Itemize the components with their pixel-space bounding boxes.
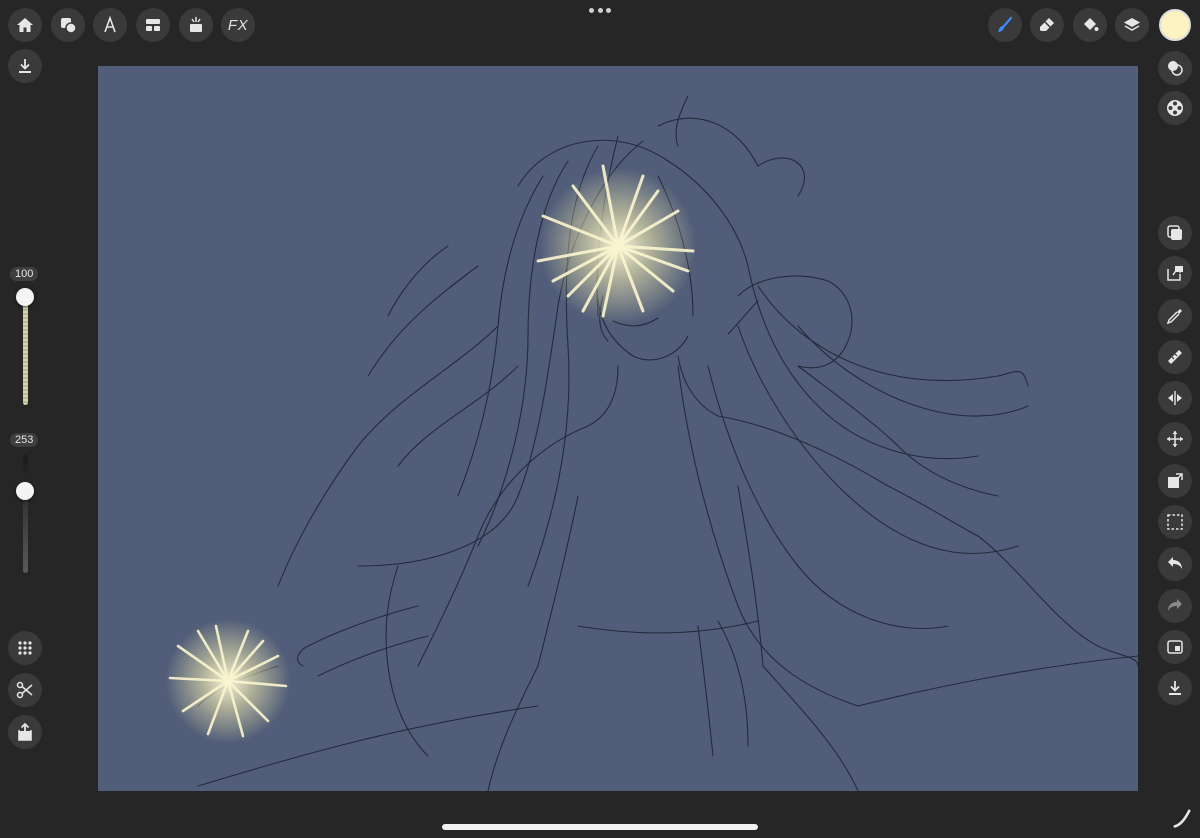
modify-button[interactable] xyxy=(8,631,42,665)
paint-bucket-icon xyxy=(1084,18,1099,31)
mask-button[interactable] xyxy=(1158,256,1192,290)
undo-icon xyxy=(1168,557,1182,569)
brush-size-fill xyxy=(23,289,28,405)
actions-button[interactable] xyxy=(51,8,85,42)
selection-icon xyxy=(1167,514,1183,530)
layers-icon xyxy=(1124,18,1140,31)
palette-icon xyxy=(1167,100,1183,116)
grid-dots-icon xyxy=(18,641,32,655)
fill-button[interactable] xyxy=(1073,8,1107,42)
download-icon xyxy=(19,59,31,73)
blend-icon xyxy=(1168,61,1183,76)
undo-button[interactable] xyxy=(1158,547,1192,581)
opacity-thumb[interactable] xyxy=(16,482,34,500)
gallery-button[interactable] xyxy=(8,8,42,42)
effects-button[interactable]: FX xyxy=(221,8,255,42)
scissors-icon xyxy=(16,681,33,699)
quickshape-icon[interactable] xyxy=(1170,806,1194,830)
home-indicator[interactable] xyxy=(442,824,758,830)
symmetry-icon xyxy=(1168,391,1182,405)
fx-icon: FX xyxy=(227,16,249,34)
sparkler-glow-large xyxy=(536,164,696,324)
brush-button[interactable] xyxy=(988,8,1022,42)
selection-button[interactable] xyxy=(1158,505,1192,539)
brush-size-slider[interactable] xyxy=(23,289,28,405)
eyedropper-icon xyxy=(1166,309,1182,325)
selection-tool-button[interactable] xyxy=(179,8,213,42)
layers-button[interactable] xyxy=(1115,8,1149,42)
text-button[interactable] xyxy=(93,8,127,42)
blend-mode-button[interactable] xyxy=(1158,51,1192,85)
share-icon xyxy=(18,722,32,741)
transform-icon xyxy=(1168,473,1183,488)
drawing-canvas[interactable] xyxy=(98,66,1138,791)
eraser-icon xyxy=(1040,18,1054,31)
brush-icon xyxy=(998,16,1013,32)
redo-icon xyxy=(1168,599,1182,611)
brush-size-value: 100 xyxy=(10,267,39,281)
home-icon xyxy=(17,18,33,32)
duplicate-icon xyxy=(1167,225,1182,240)
color-picker-swatch[interactable] xyxy=(1159,9,1191,41)
opacity-value: 253 xyxy=(10,433,39,447)
symmetry-button[interactable] xyxy=(1158,381,1192,415)
magic-icon xyxy=(190,17,202,32)
mask-icon xyxy=(1167,265,1183,281)
text-icon xyxy=(104,15,116,33)
layout-icon xyxy=(146,19,160,31)
ruler-icon xyxy=(1168,350,1182,364)
smudge-button[interactable] xyxy=(1030,8,1064,42)
opacity-slider[interactable] xyxy=(23,455,28,573)
move-button[interactable] xyxy=(1158,422,1192,456)
artwork-lineart xyxy=(166,95,1138,791)
palette-button[interactable] xyxy=(1158,91,1192,125)
move-icon xyxy=(1167,431,1183,447)
more-options-handle[interactable] xyxy=(589,8,611,14)
import-button[interactable] xyxy=(8,49,42,83)
adjustments-button[interactable] xyxy=(136,8,170,42)
transform-button[interactable] xyxy=(1158,464,1192,498)
redo-button[interactable] xyxy=(1158,589,1192,623)
brush-size-thumb[interactable] xyxy=(16,288,34,306)
cut-button[interactable] xyxy=(8,673,42,707)
sparkler-glow-small xyxy=(166,619,290,743)
export-button[interactable] xyxy=(1158,671,1192,705)
duplicate-button[interactable] xyxy=(1158,216,1192,250)
eyedropper-button[interactable] xyxy=(1158,299,1192,333)
download-icon xyxy=(1169,681,1181,695)
share-button[interactable] xyxy=(8,715,42,749)
reference-button[interactable] xyxy=(1158,630,1192,664)
shapes-icon xyxy=(61,18,77,34)
reference-icon xyxy=(1167,640,1183,654)
ruler-button[interactable] xyxy=(1158,340,1192,374)
